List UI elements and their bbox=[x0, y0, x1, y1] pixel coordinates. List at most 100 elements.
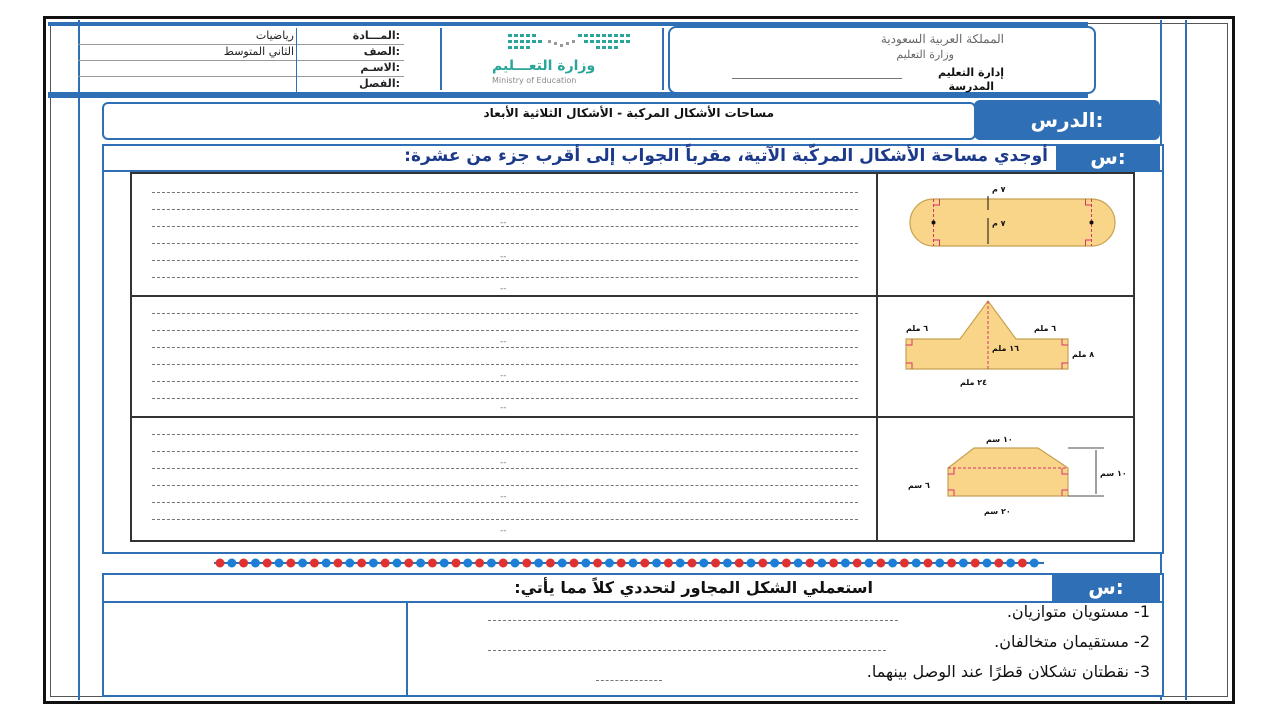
ministry-logo-en: Ministry of Education bbox=[492, 76, 577, 85]
question1-text: أوجدي مساحة الأشكال المركّبة الآتية، مقر… bbox=[404, 146, 1048, 166]
bead bbox=[392, 558, 402, 568]
label-10cm-top: ١٠ سم bbox=[986, 435, 1013, 444]
bead bbox=[357, 558, 367, 568]
answer-dash: -- bbox=[500, 284, 507, 294]
label-7m-top: ٧ م bbox=[992, 185, 1006, 194]
question2-figure-box bbox=[104, 603, 408, 695]
answer-line bbox=[152, 209, 858, 210]
bead bbox=[486, 558, 496, 568]
answer-line bbox=[152, 364, 858, 365]
center-point bbox=[931, 220, 936, 225]
answer-dash: -- bbox=[500, 492, 507, 502]
bead bbox=[416, 558, 426, 568]
answer-area-2[interactable]: -- -- -- bbox=[132, 297, 876, 416]
item-answer-line[interactable] bbox=[488, 650, 886, 651]
bead bbox=[970, 558, 980, 568]
question2-item-1: 1- مستويان متوازيان. bbox=[1006, 602, 1150, 621]
lesson-title: مساحات الأشكال المركبة - الأشكال الثلاثي… bbox=[483, 106, 774, 120]
label-16mm: ١٦ ملم bbox=[992, 344, 1019, 353]
answer-area-3[interactable]: -- -- -- bbox=[132, 418, 876, 538]
bead-divider bbox=[214, 558, 1044, 568]
lesson-row: مساحات الأشكال المركبة - الأشكال الثلاثي… bbox=[102, 100, 1160, 140]
answer-line bbox=[152, 192, 858, 193]
header: المملكة العربية السعودية وزارة التعليم إ… bbox=[48, 22, 1098, 102]
label-6cm: ٦ سم bbox=[908, 481, 930, 490]
bead bbox=[746, 558, 756, 568]
bead bbox=[817, 558, 827, 568]
label-24mm: ٢٤ ملم bbox=[960, 378, 987, 387]
bead bbox=[1017, 558, 1027, 568]
answer-dash: -- bbox=[500, 337, 507, 347]
pentagon-shape bbox=[905, 299, 1069, 370]
figure-stadium: ٧ م ٧ م bbox=[909, 185, 1116, 247]
bead bbox=[439, 558, 449, 568]
bead bbox=[333, 558, 343, 568]
answer-line bbox=[152, 398, 858, 399]
bead bbox=[274, 558, 284, 568]
bead bbox=[947, 558, 957, 568]
answer-line bbox=[152, 243, 858, 244]
bead bbox=[309, 558, 319, 568]
label-10cm-right: ١٠ سم bbox=[1100, 469, 1127, 478]
school-label: المدرسة bbox=[948, 80, 994, 93]
bead bbox=[404, 558, 414, 568]
bead bbox=[699, 558, 709, 568]
bead bbox=[982, 558, 992, 568]
bead bbox=[958, 558, 968, 568]
bead bbox=[557, 558, 567, 568]
answer-line bbox=[152, 381, 858, 382]
right-side-line-2 bbox=[1185, 20, 1187, 700]
figure-pentagon: ٦ ملم ٦ ملم ١٦ ملم ٨ ملم ٢٤ ملم bbox=[905, 299, 1094, 387]
answer-area-1[interactable]: -- -- -- bbox=[132, 174, 876, 295]
bead bbox=[380, 558, 390, 568]
bead bbox=[840, 558, 850, 568]
bead bbox=[852, 558, 862, 568]
bead bbox=[888, 558, 898, 568]
left-side-line bbox=[78, 20, 80, 700]
info-divider bbox=[296, 28, 297, 92]
answer-dash: -- bbox=[500, 252, 507, 262]
answer-dash: -- bbox=[500, 218, 507, 228]
item-answer-line[interactable] bbox=[596, 680, 662, 681]
bead bbox=[864, 558, 874, 568]
question1-grid: -- -- -- -- -- -- -- -- -- ٧ م ٧ م ٦ ملم… bbox=[130, 172, 1135, 542]
bead bbox=[321, 558, 331, 568]
answer-dash: -- bbox=[500, 371, 507, 381]
lesson-title-box: مساحات الأشكال المركبة - الأشكال الثلاثي… bbox=[102, 102, 976, 140]
answer-line bbox=[152, 313, 858, 314]
bead bbox=[616, 558, 626, 568]
ministry-logo-text: وزارة التعليم bbox=[896, 48, 954, 61]
answer-line bbox=[152, 485, 858, 486]
bead bbox=[463, 558, 473, 568]
subject-label: المـــادة: bbox=[352, 29, 400, 42]
bead bbox=[923, 558, 933, 568]
bead bbox=[1029, 558, 1039, 568]
lesson-label: الدرس: bbox=[974, 100, 1160, 140]
bead bbox=[345, 558, 355, 568]
class-row[interactable]: الفصل: bbox=[78, 76, 404, 92]
answer-line bbox=[152, 277, 858, 278]
bead bbox=[286, 558, 296, 568]
bead bbox=[899, 558, 909, 568]
edu-admin-label: إدارة التعليم bbox=[937, 66, 1004, 79]
name-label: الاسـم: bbox=[360, 61, 400, 74]
bead bbox=[522, 558, 532, 568]
bead bbox=[734, 558, 744, 568]
bead bbox=[675, 558, 685, 568]
bead bbox=[758, 558, 768, 568]
question1-label: س: bbox=[1056, 144, 1160, 170]
item-answer-line[interactable] bbox=[488, 620, 898, 621]
bead bbox=[663, 558, 673, 568]
stadium-shape bbox=[909, 198, 1116, 247]
grade-row: الصف: الثاني المتوسط bbox=[78, 44, 404, 61]
bead bbox=[569, 558, 579, 568]
bead bbox=[911, 558, 921, 568]
question2-item-2: 2- مستقيمان متخالفان. bbox=[994, 632, 1150, 651]
label-6mm-right: ٦ ملم bbox=[1034, 324, 1056, 333]
header-school-box: المملكة العربية السعودية وزارة التعليم إ… bbox=[668, 26, 1096, 94]
name-row[interactable]: الاسـم: bbox=[78, 60, 404, 77]
kingdom-logo-text: المملكة العربية السعودية bbox=[880, 32, 1004, 46]
bead bbox=[534, 558, 544, 568]
center-point bbox=[1089, 220, 1094, 225]
bead bbox=[770, 558, 780, 568]
